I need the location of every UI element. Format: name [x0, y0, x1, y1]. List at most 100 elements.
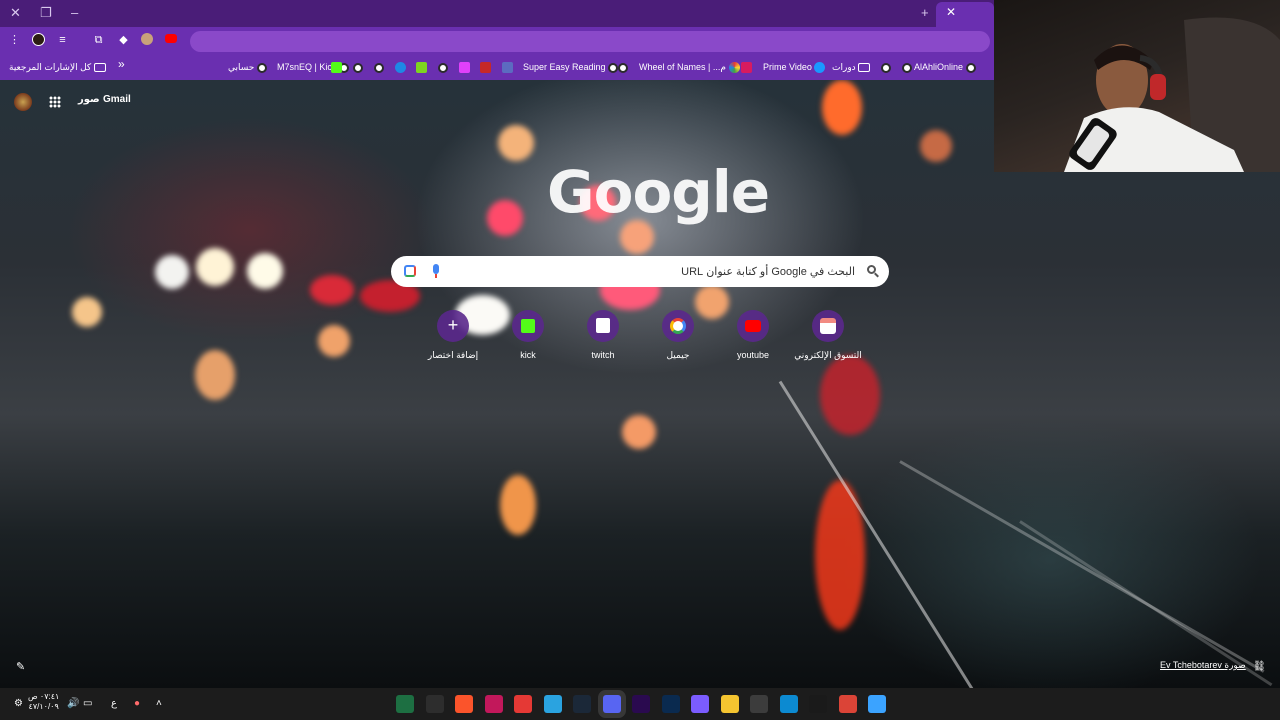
link-icon: ⛓	[1253, 661, 1266, 672]
shop-icon	[812, 310, 844, 342]
circle-icon	[395, 62, 406, 74]
globe-icon	[618, 62, 628, 73]
app-red-icon[interactable]	[514, 695, 532, 713]
pdf-icon	[480, 62, 491, 74]
twitch-icon	[587, 310, 619, 342]
minimize-icon[interactable]: –	[71, 5, 78, 20]
kick-icon	[512, 310, 544, 342]
bookmark-super-easy-reading[interactable]: Super Easy Reading	[523, 61, 619, 74]
bookmark-translate[interactable]	[502, 61, 513, 74]
show-hidden-icons-icon[interactable]: ˄	[156, 698, 162, 709]
google-icon	[662, 310, 694, 342]
close-tab-icon[interactable]: ✕	[10, 5, 21, 21]
folder-icon	[858, 63, 871, 73]
extension-diamond-icon[interactable]: ◆	[116, 33, 131, 48]
tab-close-icon[interactable]: ✕	[946, 5, 956, 19]
bookmark-image[interactable]	[459, 61, 470, 74]
microphone-icon[interactable]: ●	[134, 698, 140, 709]
clock[interactable]: ٠٧:٤١ ص ٤٧/١٠/٠٩	[28, 692, 59, 712]
youtube-extension-icon[interactable]	[163, 33, 178, 48]
kick-icon	[331, 62, 342, 74]
menu-kebab-icon[interactable]: ⋮	[7, 33, 22, 48]
bookmark-pdf[interactable]	[480, 61, 491, 74]
telegram-icon[interactable]	[544, 695, 562, 713]
bookmark-prime-video[interactable]: Prime Video	[763, 61, 826, 74]
wheel-icon	[728, 62, 740, 74]
voice-search-icon[interactable]	[433, 264, 439, 274]
affinity-icon[interactable]	[485, 695, 503, 713]
network-icon[interactable]: ▭	[83, 698, 92, 709]
globe-icon	[256, 62, 267, 73]
brave-icon[interactable]	[455, 695, 473, 713]
bookmark-wheel-of-names[interactable]: Wheel of Names | ...م	[639, 61, 740, 74]
search-input[interactable]: البحث في Google أو كتابة عنوان URL	[681, 265, 855, 278]
bookmark-download[interactable]	[416, 61, 427, 74]
photoshop-icon[interactable]	[662, 695, 680, 713]
shortcut-kick[interactable]: kick	[486, 310, 570, 360]
bookmark-my-account[interactable]: حسابي	[228, 61, 267, 74]
windows-start-icon[interactable]	[868, 695, 886, 713]
globe-icon	[965, 62, 976, 73]
browser-toolbar: ⋮ ≡ ⧉ ◆	[0, 27, 994, 55]
shortcut-youtube[interactable]: youtube	[711, 310, 795, 360]
globe-icon	[608, 62, 619, 73]
shortcut-twitch[interactable]: twitch	[561, 310, 645, 360]
address-bar[interactable]	[190, 31, 990, 52]
customize-pencil-icon[interactable]: ✎	[16, 660, 25, 673]
edge-icon[interactable]	[780, 695, 798, 713]
apps-grid-icon[interactable]	[49, 96, 61, 108]
new-tab-icon[interactable]: +	[921, 5, 929, 20]
restore-icon[interactable]: ❐	[40, 5, 52, 21]
bookmark-site[interactable]	[881, 61, 891, 74]
excel-icon[interactable]	[396, 695, 414, 713]
extensions-icon[interactable]: ⧉	[91, 33, 106, 48]
search-box[interactable]: البحث في Google أو كتابة عنوان URL	[391, 256, 889, 287]
bookmark-site[interactable]	[374, 61, 384, 74]
language-indicator[interactable]: ع	[111, 698, 117, 709]
shortcut-add[interactable]: + إضافة اختصار	[411, 310, 495, 361]
bookmark-kick[interactable]	[331, 61, 342, 74]
volume-icon[interactable]: 🔊	[67, 698, 79, 709]
steam-icon[interactable]	[573, 695, 591, 713]
bookmark-site[interactable]	[618, 61, 628, 74]
google-lens-icon[interactable]	[404, 265, 416, 277]
shortcut-gmail[interactable]: جيميل	[636, 310, 720, 361]
photo-credit-link[interactable]: Ev Tchebotarev صورة	[1160, 660, 1246, 671]
bookmark-alahlionline[interactable]: AlAhliOnline	[902, 61, 976, 74]
webcam-overlay	[994, 0, 1280, 172]
gmail-link[interactable]: Gmail	[103, 94, 131, 105]
bookmark-circle[interactable]	[395, 61, 406, 74]
more-bookmarks-button[interactable]: »	[118, 58, 125, 71]
globe-icon	[881, 62, 891, 73]
media-player-icon[interactable]	[691, 695, 709, 713]
extension-avatar-icon[interactable]	[31, 33, 46, 48]
chatgpt-icon[interactable]	[809, 695, 827, 713]
prime-video-icon	[814, 62, 826, 74]
active-tab[interactable]: ✕	[936, 2, 994, 27]
premiere-icon[interactable]	[632, 695, 650, 713]
store-icon[interactable]	[750, 695, 768, 713]
all-bookmarks[interactable]: كل الإشارات المرجعية	[9, 61, 106, 74]
discord-icon[interactable]	[603, 695, 621, 713]
translate-icon	[502, 62, 513, 74]
file-explorer-icon[interactable]	[721, 695, 739, 713]
image-icon	[459, 62, 470, 74]
bookmark-image[interactable]	[741, 61, 752, 74]
bookmark-courses-folder[interactable]: دورات	[832, 61, 871, 74]
bookmark-site[interactable]	[438, 61, 448, 74]
globe-icon	[438, 62, 448, 73]
extension-avatar2-icon[interactable]	[139, 33, 154, 48]
terminal-icon[interactable]	[426, 695, 444, 713]
globe-icon	[353, 62, 363, 73]
google-apps-avatar[interactable]	[14, 93, 32, 111]
windows-taskbar: ⚙ ٠٧:٤١ ص ٤٧/١٠/٠٩ 🔊 ▭ ع ● ˄	[0, 688, 1280, 720]
reading-list-icon[interactable]: ≡	[55, 33, 70, 48]
images-link[interactable]: صور	[78, 94, 100, 105]
notification-icon[interactable]: ⚙	[14, 698, 23, 709]
voice-search-stand	[435, 274, 437, 278]
bookmark-site[interactable]	[353, 61, 363, 74]
download-icon	[416, 62, 427, 74]
chrome-icon[interactable]	[839, 695, 857, 713]
shortcut-shopping[interactable]: التسوق الإلكتروني	[786, 310, 870, 361]
browser-title-bar: ✕ ❐ – + ✕	[0, 0, 994, 27]
